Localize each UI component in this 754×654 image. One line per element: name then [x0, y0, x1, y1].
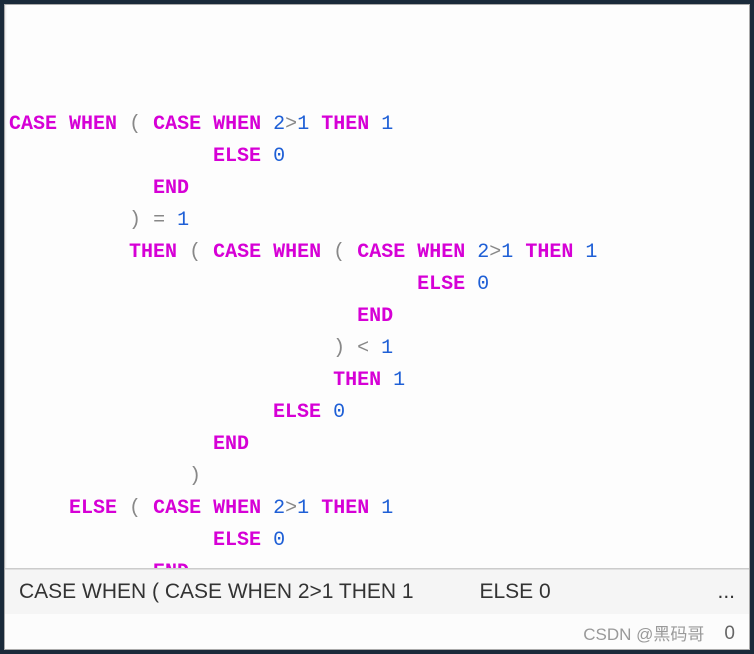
- gutter-shadow: [5, 5, 7, 568]
- result-count: 0: [724, 623, 735, 645]
- result-bar: CASE WHEN ( CASE WHEN 2>1 THEN 1 ELSE 0 …: [5, 569, 749, 614]
- result-fragment-2: ELSE 0: [479, 580, 550, 603]
- code-editor[interactable]: CASE WHEN ( CASE WHEN 2>1 THEN 1 ELSE 0 …: [5, 5, 749, 569]
- result-fragment-1: CASE WHEN ( CASE WHEN 2>1 THEN 1: [19, 580, 414, 603]
- code-content: CASE WHEN ( CASE WHEN 2>1 THEN 1 ELSE 0 …: [9, 109, 745, 569]
- watermark-text: CSDN @黑码哥: [583, 620, 704, 645]
- editor-container: CASE WHEN ( CASE WHEN 2>1 THEN 1 ELSE 0 …: [4, 4, 750, 650]
- footer: CSDN @黑码哥 0: [5, 614, 749, 649]
- result-left-text: CASE WHEN ( CASE WHEN 2>1 THEN 1 ELSE 0: [19, 580, 551, 604]
- ellipsis-icon: ...: [717, 580, 735, 604]
